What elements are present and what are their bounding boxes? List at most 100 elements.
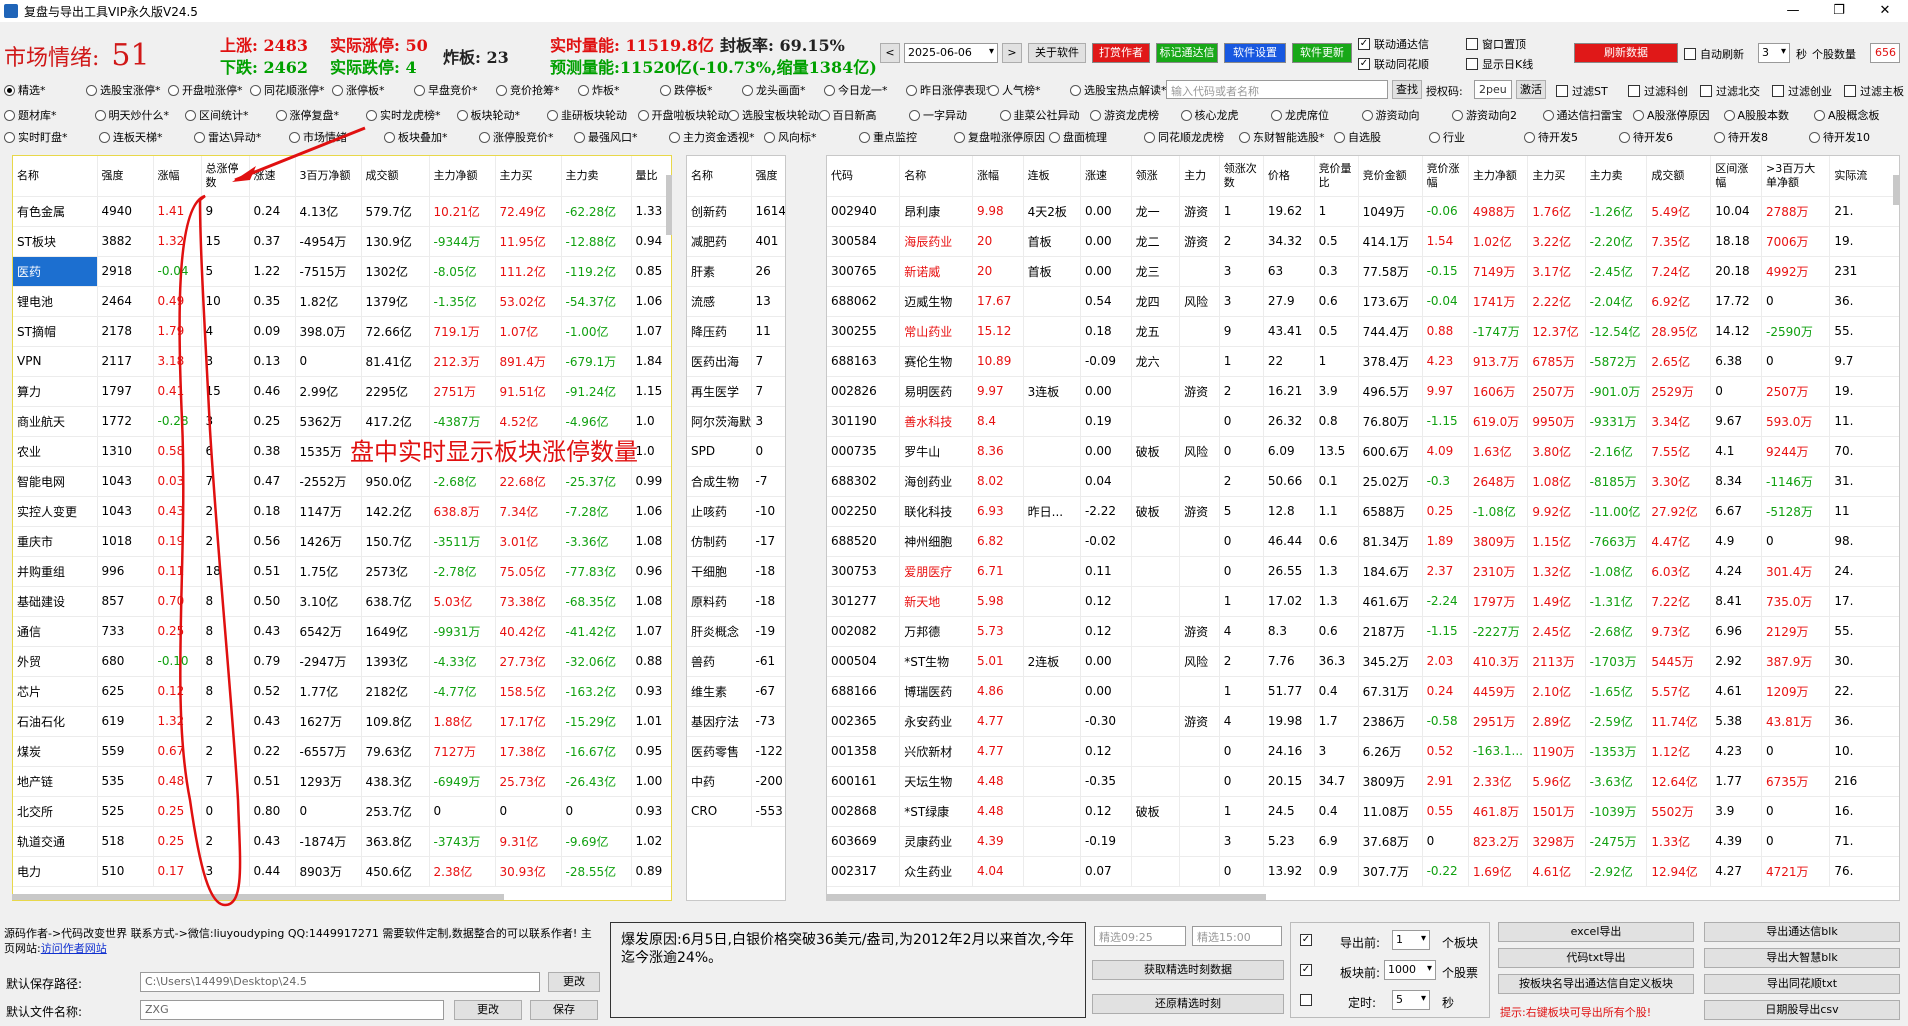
table-row[interactable]: 002365 永安药业 4.77 -0.30 游资 4 19.98 1.7 2386万 -0.58…: [827, 706, 1899, 737]
change-filename-button[interactable]: 更改: [454, 1000, 522, 1020]
table-row[interactable]: 300584 海辰药业 20 首板 0.00 龙二 游资 2 34.32 0.5 414.1万 1.5…: [827, 226, 1899, 257]
table-row[interactable]: 中药 -200: [687, 766, 785, 797]
column-header[interactable]: 主力买: [495, 156, 562, 197]
radio-option[interactable]: 昨日涨停表现*: [906, 82, 992, 98]
radio-option[interactable]: 风向标*: [764, 129, 817, 145]
table-row[interactable]: 降压药 11: [687, 316, 785, 347]
ths-txt-export-button[interactable]: 导出同花顺txt: [1704, 974, 1900, 994]
filter-checkbox[interactable]: 过滤ST: [1556, 83, 1608, 99]
column-header[interactable]: 区间涨幅: [1710, 156, 1762, 197]
close-button[interactable]: ✕: [1862, 0, 1908, 22]
radio-option[interactable]: 早盘竞价*: [414, 82, 478, 98]
column-header[interactable]: 主力卖: [561, 156, 632, 197]
get-snapshot-button[interactable]: 获取精选时刻数据: [1092, 960, 1284, 980]
radio-option[interactable]: 涨停股竞价*: [479, 129, 554, 145]
column-header[interactable]: 强度: [97, 156, 154, 197]
radio-option[interactable]: 韭菜公社异动: [999, 107, 1080, 123]
table-row[interactable]: 000735 罗牛山 8.36 0.00 破板 风险 0 6.09 13.5 600.6万 4.09…: [827, 436, 1899, 467]
column-header[interactable]: 3百万净额: [295, 156, 362, 197]
table-row[interactable]: 轨道交通 518 0.25 2 0.43 -1874万 363.8亿 -3743万 9.31亿 -…: [13, 826, 671, 857]
column-header[interactable]: 成交额: [1646, 156, 1712, 197]
column-header[interactable]: 强度: [751, 156, 785, 197]
radio-option[interactable]: 同花顺龙虎榜: [1144, 129, 1224, 145]
radio-option[interactable]: 百日新高: [818, 107, 877, 123]
radio-option[interactable]: 选股宝涨停*: [86, 82, 161, 98]
auth-field[interactable]: 2peu: [1474, 80, 1512, 99]
column-header[interactable]: 涨幅: [972, 156, 1024, 197]
activate-button[interactable]: 激活: [1516, 80, 1546, 99]
radio-option[interactable]: 游资动向2: [1452, 107, 1517, 123]
search-button[interactable]: 查找: [1392, 80, 1422, 99]
show-kline-checkbox[interactable]: 显示日K线: [1466, 56, 1533, 72]
date-picker[interactable]: 2025-06-06: [904, 43, 998, 63]
table-row[interactable]: 医药零售 -122: [687, 736, 785, 767]
table-row[interactable]: 301190 善水科技 8.4 0.19 0 26.32 0.8 76.80万 -1.15 619…: [827, 406, 1899, 437]
timer-checkbox[interactable]: [1300, 994, 1316, 1006]
table-row[interactable]: 肝炎概念 -19: [687, 616, 785, 647]
block-before-checkbox[interactable]: ✓: [1300, 964, 1316, 976]
table-row[interactable]: 有色金属 4940 1.41 9 0.24 4.13亿 579.7亿 10.21亿 72.49亿…: [13, 196, 671, 227]
table-row[interactable]: 001358 兴欣新材 4.77 0.12 0 24.16 3 6.26万 0.52 -163.1…: [827, 736, 1899, 767]
radio-option[interactable]: 选股宝板块轮动: [728, 107, 819, 123]
table-row[interactable]: 通信 733 0.25 8 0.43 6542万 1649亿 -9931万 40.42亿 -41.…: [13, 616, 671, 647]
table-row[interactable]: 300753 爱朋医疗 6.71 0.11 0 26.55 1.3 184.6万 2.37 231…: [827, 556, 1899, 587]
change-path-button[interactable]: 更改: [548, 972, 600, 992]
table-row[interactable]: 创新药 1614: [687, 196, 785, 227]
table-row[interactable]: 688520 神州细胞 6.82 -0.02 0 46.44 0.6 81.34万 1.89 38…: [827, 526, 1899, 557]
column-header[interactable]: >3百万大单净额: [1761, 156, 1831, 197]
table-row[interactable]: 维生素 -67: [687, 676, 785, 707]
radio-option[interactable]: 重点监控: [859, 129, 917, 145]
column-header[interactable]: 主力卖: [1585, 156, 1648, 197]
filter-checkbox[interactable]: 过滤主板: [1844, 83, 1904, 99]
table-row[interactable]: 兽药 -61: [687, 646, 785, 677]
table-row[interactable]: 原料药 -18: [687, 586, 785, 617]
radio-option[interactable]: 韭研板块轮动: [547, 107, 627, 123]
about-button[interactable]: 关于软件: [1028, 43, 1086, 63]
table-row[interactable]: 301277 新天地 5.98 0.12 1 17.02 1.3 461.6万 -2.24 179…: [827, 586, 1899, 617]
export-before-select[interactable]: 1: [1392, 930, 1430, 950]
radio-option[interactable]: 涨停复盘*: [275, 107, 339, 123]
table-row[interactable]: 减肥药 401: [687, 226, 785, 257]
column-header[interactable]: 领涨: [1131, 156, 1181, 197]
txt-export-button[interactable]: 代码txt导出: [1498, 948, 1694, 968]
maximize-button[interactable]: ❐: [1816, 0, 1862, 22]
tdx-blk-export-button[interactable]: 导出通达信blk: [1704, 922, 1900, 942]
radio-option[interactable]: 人气榜*: [988, 82, 1041, 98]
auto-refresh-checkbox[interactable]: 自动刷新: [1684, 46, 1744, 62]
table-row[interactable]: 002250 联化科技 6.93 昨日... -2.22 破板 游资 5 12.8 1.1 6588…: [827, 496, 1899, 527]
table-row[interactable]: 流感 13: [687, 286, 785, 317]
table-row[interactable]: 002082 万邦德 5.73 0.12 游资 4 8.3 0.6 2187万 -1.15 -222…: [827, 616, 1899, 647]
radio-option[interactable]: 主力资金透视*: [669, 129, 755, 145]
table-row[interactable]: 603669 灵康药业 4.39 -0.19 3 5.23 6.9 37.68万 0 823.2万…: [827, 826, 1899, 857]
radio-option[interactable]: 区间统计*: [185, 107, 249, 123]
table-row[interactable]: 仿制药 -17: [687, 526, 785, 557]
column-header[interactable]: 名称: [687, 156, 752, 197]
author-website-link[interactable]: 访问作者网站: [41, 942, 107, 955]
filename-field[interactable]: ZXG: [140, 1000, 444, 1020]
radio-option[interactable]: 竞价抢筹*: [496, 82, 560, 98]
column-header[interactable]: 名称: [899, 156, 973, 197]
column-header[interactable]: 连板: [1023, 156, 1081, 197]
table-row[interactable]: 300255 常山药业 15.12 0.18 龙五 9 43.41 0.5 744.4万 0.88…: [827, 316, 1899, 347]
column-header[interactable]: 名称: [13, 156, 98, 197]
mark-tdx-button[interactable]: 标记通达信: [1156, 43, 1218, 63]
column-header[interactable]: 主力净额: [1468, 156, 1529, 197]
column-header[interactable]: 价格: [1263, 156, 1315, 197]
radio-option[interactable]: 明天炒什么*: [94, 107, 169, 123]
radio-option[interactable]: 选股宝热点解读*: [1070, 82, 1167, 98]
table-row[interactable]: 000504 *ST生物 5.01 2连板 0.00 风险 2 7.76 36.3 345.2万 2…: [827, 646, 1899, 677]
table-row[interactable]: ST板块 3882 1.32 15 0.37 -4954万 130.9亿 -9344万 11.9…: [13, 226, 671, 257]
restore-snapshot-button[interactable]: 还原精选时刻: [1092, 994, 1284, 1014]
radio-option[interactable]: 复盘啦涨停原因: [954, 129, 1045, 145]
radio-option[interactable]: 实时盯盘*: [4, 129, 68, 145]
column-header[interactable]: 代码: [827, 156, 901, 197]
radio-option[interactable]: 东财智能选股*: [1239, 129, 1325, 145]
column-header[interactable]: 竞价涨幅: [1422, 156, 1469, 197]
radio-option[interactable]: 盘面梳理: [1049, 129, 1107, 145]
radio-option[interactable]: 题材库*: [4, 107, 57, 123]
table-row[interactable]: 医药出海 7: [687, 346, 785, 377]
table-row[interactable]: 煤炭 559 0.67 2 0.22 -6557万 79.63亿 7127万 17.38亿 -16…: [13, 736, 671, 767]
radio-option[interactable]: 同花顺涨停*: [250, 82, 325, 98]
radio-option[interactable]: 开盘啦板块轮动: [637, 107, 729, 123]
radio-option[interactable]: 待开发5: [1524, 129, 1578, 145]
